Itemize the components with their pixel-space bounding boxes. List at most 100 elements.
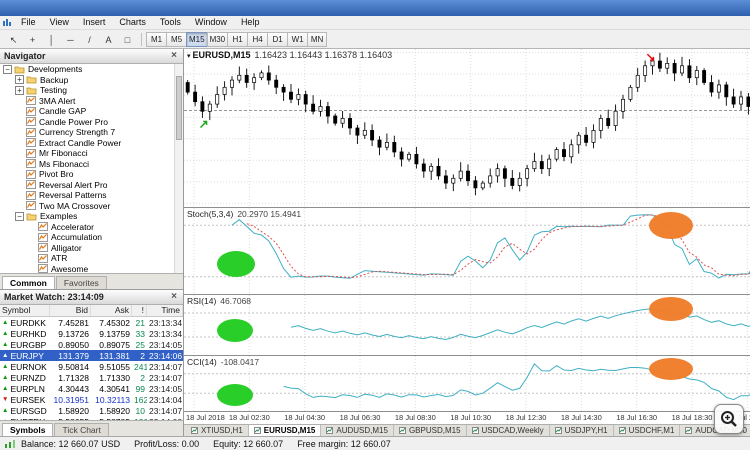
chart-tab-gbpusd-m15[interactable]: GBPUSD,M15 (393, 425, 467, 436)
rsi-plot[interactable]: RSI(14) 46.7068 (184, 295, 750, 355)
chart-tab-usdjpy-h1[interactable]: USDJPY,H1 (549, 425, 614, 436)
shapes-tool-icon[interactable]: □ (119, 32, 136, 47)
indicator-icon (38, 222, 48, 232)
tree-item-candle-power-pro[interactable]: Candle Power Pro (0, 117, 183, 128)
symbol-cell: ▲ EURGBP (0, 340, 50, 350)
tree-item-extract-candle-power[interactable]: Extract Candle Power (0, 138, 183, 149)
tab-common[interactable]: Common (2, 276, 55, 289)
market-watch-row-eursek[interactable]: ▼ EURSEK 10.31951 10.32113 162 23:14:04 (0, 394, 183, 405)
crosshair-tool-icon[interactable]: + (24, 32, 41, 47)
tree-item-label: Reversal Patterns (39, 190, 107, 200)
menu-insert[interactable]: Insert (76, 16, 113, 29)
timeframe-h4[interactable]: H4 (247, 31, 268, 47)
market-watch-row-eurdkk[interactable]: ▲ EURDKK 7.45281 7.45302 21 23:13:34 (0, 317, 183, 328)
bid-value: 7.45281 (58, 317, 89, 328)
chart-tab-audusd-m15[interactable]: AUDUSD,M15 (321, 425, 394, 436)
timeframe-m1[interactable]: M1 (146, 31, 166, 47)
tree-item-candle-gap[interactable]: Candle GAP (0, 106, 183, 117)
vertical-line-tool-icon[interactable]: │ (43, 32, 60, 47)
menu-file[interactable]: File (14, 16, 43, 29)
chart-icon (618, 427, 626, 434)
chart-tab-eurusd-m15[interactable]: EURUSD,M15 (248, 425, 322, 436)
menu-view[interactable]: View (43, 16, 76, 29)
market-watch-row-eurpln[interactable]: ▲ EURPLN 4.30443 4.30541 99 23:14:05 (0, 383, 183, 394)
collapse-icon[interactable]: − (3, 64, 12, 74)
menu-help[interactable]: Help (234, 16, 267, 29)
main-chart-plot[interactable]: ▾ EURUSD,M15 1.16423 1.16443 1.16378 1.164… (184, 49, 750, 207)
market-watch-row-eurjpy[interactable]: ▲ EURJPY 131.379 131.381 2 23:14:06 (0, 350, 183, 361)
close-icon[interactable]: × (169, 292, 179, 302)
timeframe-d1[interactable]: D1 (267, 31, 288, 47)
time-axis-label: 18 Jul 12:30 (505, 413, 547, 422)
timeframe-mn[interactable]: MN (307, 31, 328, 47)
tree-item-label: Ms Fibonacci (39, 158, 90, 169)
market-watch-row-eurnok[interactable]: ▲ EURNOK 9.50814 9.51055 241 23:14:07 (0, 361, 183, 372)
tree-item-mr-fibonacci[interactable]: Mr Fibonacci (0, 148, 183, 159)
tab-favorites[interactable]: Favorites (55, 276, 107, 289)
cursor-tool-icon[interactable]: ↖ (5, 32, 22, 47)
tab-tick-chart[interactable]: Tick Chart (54, 423, 109, 436)
tree-item-currency-strength-7[interactable]: Currency Strength 7 (0, 127, 183, 138)
title-bar[interactable] (0, 0, 750, 16)
timeframe-w1[interactable]: W1 (287, 31, 308, 47)
ask-value: 131.381 (99, 350, 130, 361)
column-header-symbol: Symbol (0, 305, 50, 316)
indicator-icon (26, 138, 36, 148)
quote-time: 23:14:07 (149, 361, 183, 372)
indicator-icon (26, 106, 36, 116)
tree-item-pivot-bro[interactable]: Pivot Bro (0, 169, 183, 180)
text-tool-icon[interactable]: A (100, 32, 117, 47)
market-watch-row-eurgbp[interactable]: ▲ EURGBP 0.89050 0.89075 25 23:14:05 (0, 339, 183, 350)
timeframe-m30[interactable]: M30 (206, 31, 228, 47)
timeframe-m5[interactable]: M5 (166, 31, 186, 47)
tree-item-alligator[interactable]: Alligator (0, 243, 183, 254)
chart-icon (685, 427, 693, 434)
stochastic-plot[interactable]: Stoch(5,3,4) 20.2970 15.4941 (184, 208, 750, 294)
zoom-icon[interactable] (714, 404, 744, 434)
bid-value: 1.58920 (58, 405, 89, 416)
timeframe-h1[interactable]: H1 (227, 31, 248, 47)
cci-panel[interactable]: CCI(14)-108.0417 -100.0000100.0000-108.0… (184, 355, 750, 411)
tree-item-accelerator[interactable]: Accelerator (0, 222, 183, 233)
tree-item-ms-fibonacci[interactable]: Ms Fibonacci (0, 159, 183, 170)
column-header-ask: Ask (91, 305, 132, 316)
chart-dropdown-icon[interactable]: ▾ (187, 53, 191, 60)
menu-window[interactable]: Window (188, 16, 234, 29)
tab-symbols[interactable]: Symbols (2, 423, 54, 436)
expand-icon[interactable]: + (15, 75, 24, 85)
navigator-scrollbar-thumb[interactable] (176, 76, 182, 140)
tree-item-examples[interactable]: − Examples (0, 211, 183, 222)
market-watch-row-eurhkd[interactable]: ▲ EURHKD 9.13726 9.13759 33 23:13:34 (0, 328, 183, 339)
timeframe-m15[interactable]: M15 (186, 31, 207, 47)
menu-charts[interactable]: Charts (112, 16, 153, 29)
connection-icon (4, 439, 16, 448)
main-chart-panel[interactable]: ▾ EURUSD,M15 1.16423 1.16443 1.16378 1.164… (184, 49, 750, 207)
trendline-tool-icon[interactable]: / (81, 32, 98, 47)
navigator-scrollbar[interactable] (174, 64, 183, 273)
tree-item-accumulation[interactable]: Accumulation (0, 232, 183, 243)
market-watch-row-eursgd[interactable]: ▲ EURSGD 1.58920 1.58920 10 23:14:07 (0, 405, 183, 416)
tree-item-two-ma-crossover[interactable]: Two MA Crossover (0, 201, 183, 212)
tree-item-reversal-alert-pro[interactable]: Reversal Alert Pro (0, 180, 183, 191)
expand-icon[interactable]: + (15, 85, 24, 95)
menu-tools[interactable]: Tools (153, 16, 188, 29)
close-icon[interactable]: × (169, 51, 179, 61)
tree-item-testing[interactable]: + Testing (0, 85, 183, 96)
chart-tab-usdchf-m1[interactable]: USDCHF,M1 (613, 425, 681, 436)
rsi-values: 46.7068 (220, 296, 252, 306)
tree-item-awesome[interactable]: Awesome (0, 264, 183, 273)
tree-item-3ma-alert[interactable]: 3MA Alert (0, 96, 183, 107)
tree-item-atr[interactable]: ATR (0, 253, 183, 264)
rsi-panel[interactable]: RSI(14)46.7068 30.000070.000046.7068 (184, 294, 750, 355)
tree-item-backup[interactable]: + Backup (0, 75, 183, 86)
chart-tab-usdcad-weekly[interactable]: USDCAD,Weekly (466, 425, 550, 436)
orange-ellipse-annotation (648, 358, 693, 381)
stochastic-panel[interactable]: Stoch(5,3,4)20.2970 15.4941 20.000080.00… (184, 207, 750, 294)
market-watch-row-eurnzd[interactable]: ▲ EURNZD 1.71328 1.71330 2 23:14:07 (0, 372, 183, 383)
collapse-icon[interactable]: − (15, 211, 24, 221)
cci-plot[interactable]: CCI(14) -108.0417 (184, 356, 750, 411)
tree-item-developments[interactable]: − Developments (0, 64, 183, 75)
horizontal-line-tool-icon[interactable]: ─ (62, 32, 79, 47)
chart-tab-xtiusd-h1[interactable]: XTIUSD,H1 (186, 425, 249, 436)
tree-item-reversal-patterns[interactable]: Reversal Patterns (0, 190, 183, 201)
